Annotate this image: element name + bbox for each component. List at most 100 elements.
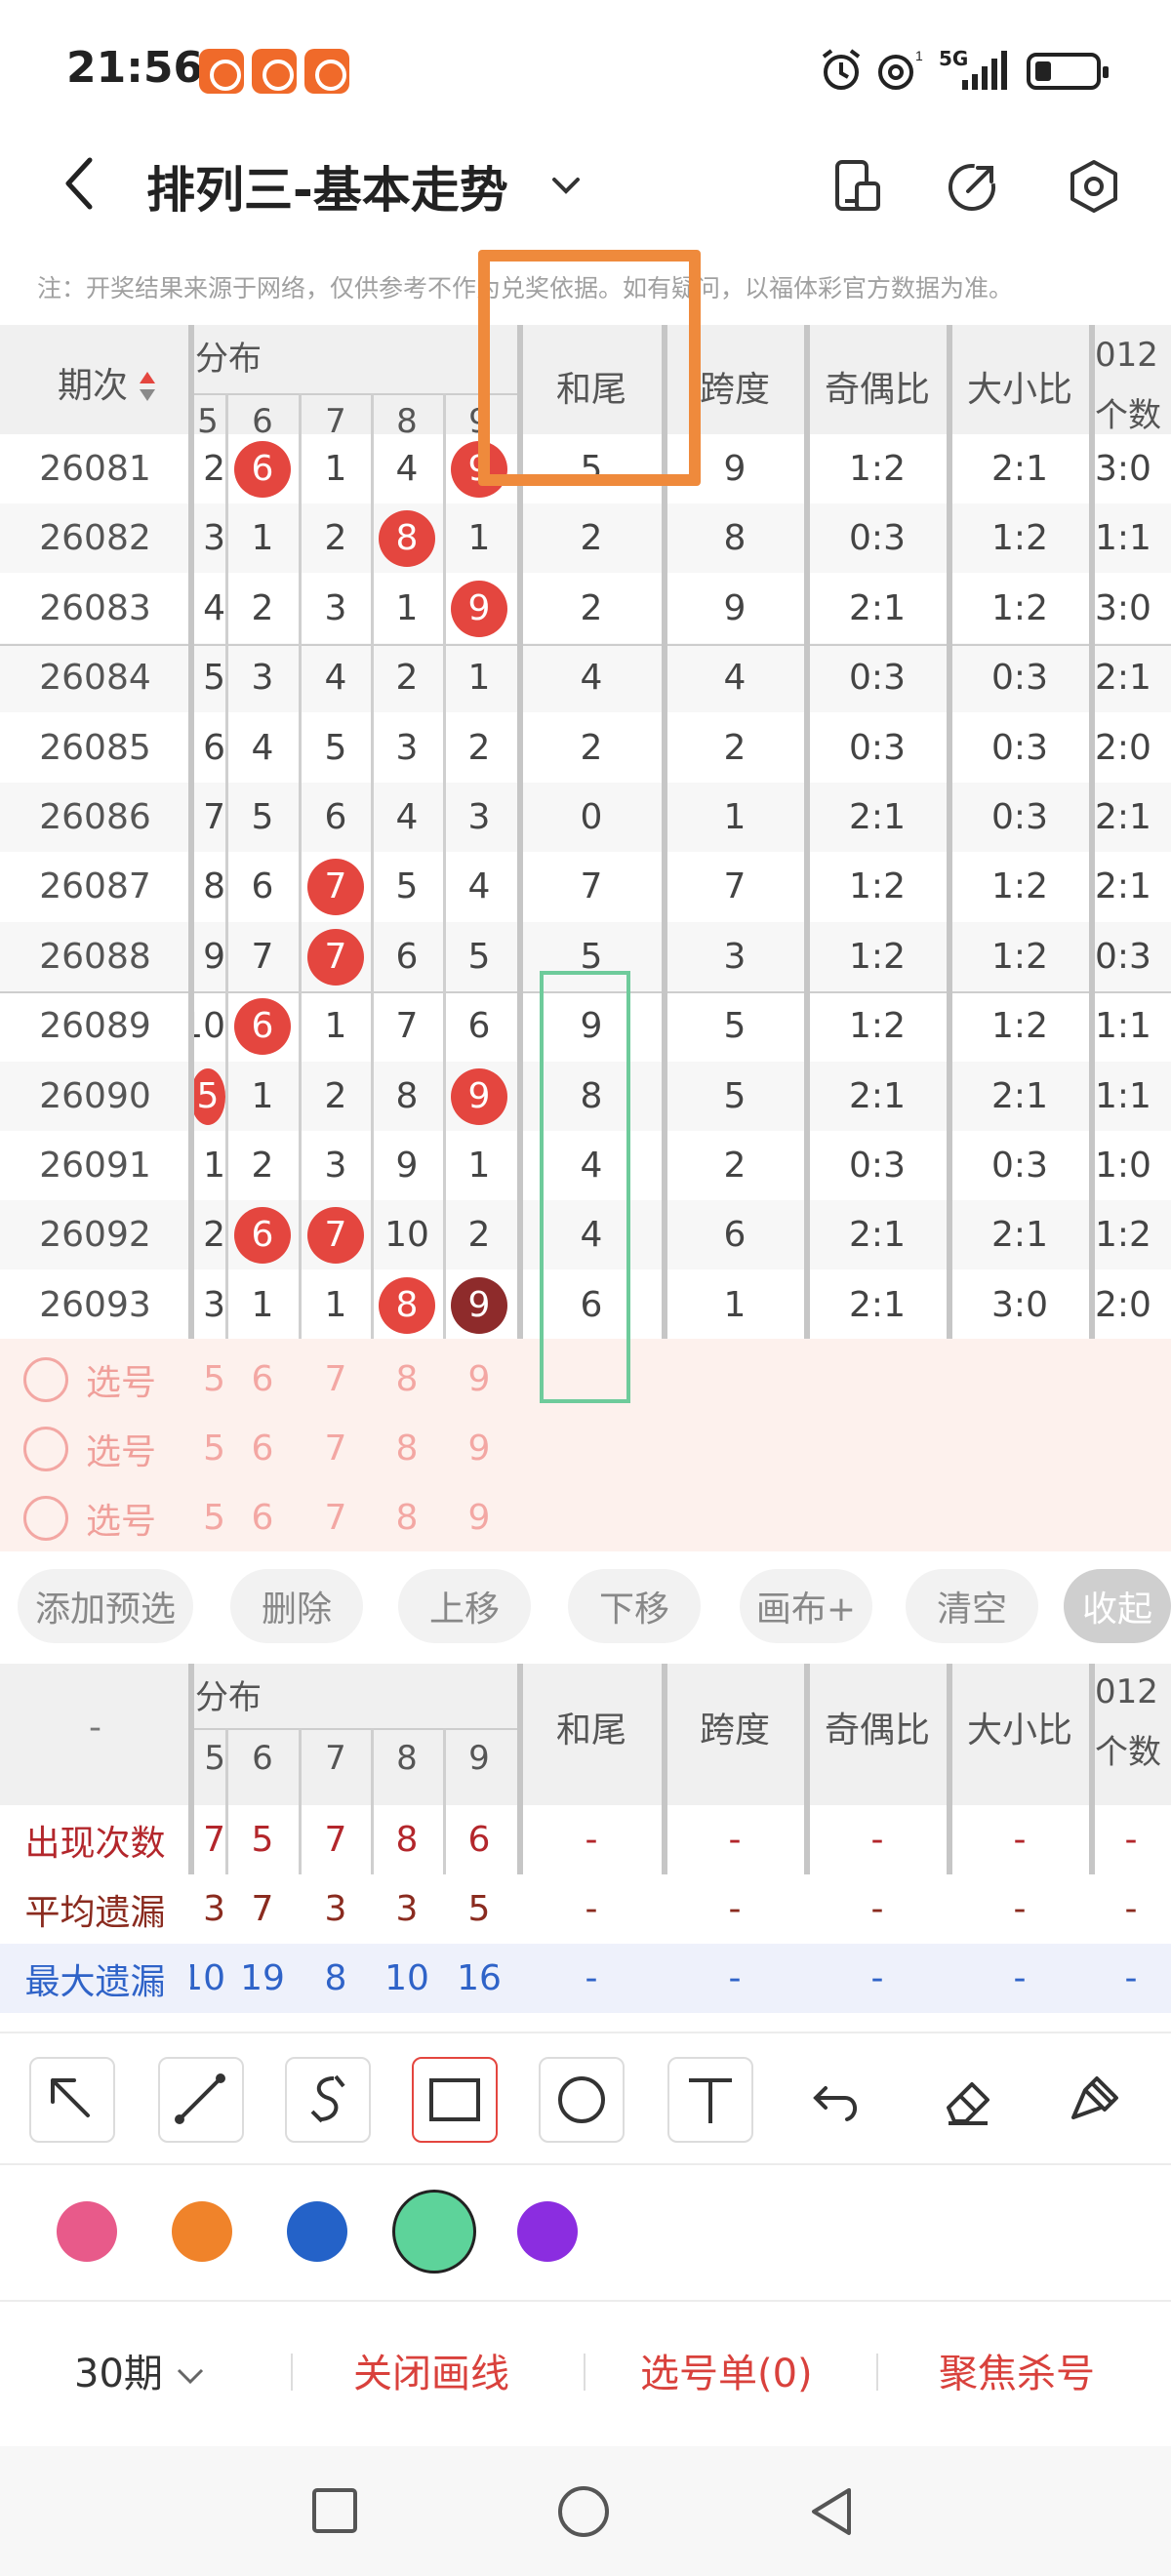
radio-circle-icon[interactable]	[23, 1426, 68, 1471]
recents-square-icon[interactable]	[310, 2486, 359, 2535]
period-select[interactable]: 30期	[74, 2342, 208, 2398]
pick-digit[interactable]: 5	[190, 1345, 225, 1414]
eraser-tool[interactable]	[925, 2057, 1011, 2143]
pick-digit[interactable]: 7	[301, 1345, 371, 1414]
move-up-button[interactable]: 上移	[398, 1569, 531, 1643]
digit-cell: 6	[372, 922, 442, 991]
back-triangle-icon[interactable]	[806, 2484, 855, 2539]
text-tool[interactable]	[667, 2057, 753, 2143]
pick-digit[interactable]: 5	[190, 1414, 225, 1483]
curve-tool[interactable]	[285, 2057, 371, 2143]
share-icon[interactable]	[943, 156, 1003, 217]
stats-value: 19	[240, 1958, 285, 1998]
line-tool[interactable]	[158, 2057, 244, 2143]
digit-value: 6	[467, 1006, 491, 1046]
battery-icon	[1027, 53, 1109, 90]
stats-dash: -	[949, 2013, 1091, 2032]
blue-swatch[interactable]	[287, 2201, 347, 2262]
green-swatch[interactable]	[392, 2190, 476, 2274]
brush-tool[interactable]	[1052, 2057, 1138, 2143]
brush-icon	[1071, 2076, 1118, 2119]
stats-dash: -	[870, 1820, 884, 1860]
pick-digit[interactable]: 8	[372, 1345, 442, 1414]
purple-swatch[interactable]	[517, 2201, 578, 2262]
pick-digit[interactable]: 9	[444, 1483, 514, 1552]
stats-rows-viewport: 出现次数 7 5 7 8 6- - - - - 平均遗漏 3 7 3 3 5- - - - - 最大遗漏 10 19 8 10 1…	[0, 1805, 1171, 2032]
pick-digit[interactable]: 8	[372, 1483, 442, 1552]
pick-digit[interactable]: 7	[301, 1414, 371, 1483]
delete-button[interactable]: 删除	[230, 1569, 363, 1643]
home-circle-icon[interactable]	[556, 2484, 611, 2539]
pick-digit[interactable]: 8	[372, 1414, 442, 1483]
pick-digit[interactable]: 5	[190, 1483, 225, 1552]
drawn-highlight-box[interactable]	[540, 971, 630, 1403]
table-row[interactable]: 26085 6 4 5 3 2 2 2 0:3 0:3 2:0	[0, 713, 1171, 783]
table-row[interactable]: 26083 4 2 3 1 9 2 9 2:1 1:2 3:0	[0, 574, 1171, 643]
arrow-tool[interactable]	[29, 2057, 115, 2143]
digit-cell: 1	[444, 503, 514, 573]
pick-digit[interactable]: 9	[444, 1414, 514, 1483]
back-arrow-icon[interactable]	[51, 148, 109, 219]
span-cell: 8	[723, 518, 747, 558]
big-small-header: 大小比	[966, 1711, 1072, 1751]
pick-digit[interactable]: 6	[227, 1345, 298, 1414]
phone-switch-icon[interactable]	[828, 156, 888, 217]
focus-kill-button[interactable]: 聚焦杀号	[939, 2342, 1095, 2398]
pick-row-selector[interactable]: 选号	[23, 1414, 156, 1483]
pick-row-selector[interactable]: 选号	[23, 1345, 156, 1414]
canvas-plus-button[interactable]: 画布+	[740, 1569, 872, 1643]
collapse-button[interactable]: 收起	[1064, 1569, 1171, 1643]
stats-value: 8	[324, 1958, 347, 1998]
divider	[584, 2354, 586, 2391]
rectangle-tool[interactable]	[412, 2057, 498, 2143]
move-down-button[interactable]: 下移	[568, 1569, 701, 1643]
stats-dash: -	[519, 2013, 664, 2032]
period-cell: 26083	[39, 588, 151, 628]
span-header: 跨度	[699, 1711, 770, 1751]
big-small-cell: 2:1	[991, 449, 1048, 489]
rectangle-icon	[429, 2078, 480, 2121]
undo-tool[interactable]	[796, 2057, 882, 2143]
digit-cell: 6	[301, 783, 371, 852]
odd-even-cell: 2:1	[849, 588, 906, 628]
chevron-down-icon[interactable]	[546, 166, 586, 205]
close-drawing-button[interactable]: 关闭画线	[353, 2342, 509, 2398]
span-cell: 2	[723, 1146, 747, 1186]
stats-value: 6	[467, 1820, 491, 1860]
digit-cell: 1	[372, 574, 442, 643]
odd-even-cell: 0:3	[849, 518, 906, 558]
table-row[interactable]: 26084 5 3 4 2 1 4 4 0:3 0:3 2:1	[0, 643, 1171, 712]
radio-circle-icon[interactable]	[23, 1356, 68, 1402]
table-row[interactable]: 26086 7 5 6 4 3 0 1 2:1 0:3 2:1	[0, 783, 1171, 852]
digit-value: 3	[324, 1146, 347, 1186]
pick-digit[interactable]: 6	[227, 1483, 298, 1552]
pick-digit[interactable]: 7	[301, 1483, 371, 1552]
digit-value: 2	[203, 449, 225, 489]
stats-value: 5	[251, 1820, 274, 1860]
page-title[interactable]: 排列三-基本走势	[146, 151, 508, 221]
span-cell: 3	[723, 937, 747, 977]
circle-tool[interactable]	[539, 2057, 625, 2143]
pick-list-button[interactable]: 选号单(0)	[640, 2342, 813, 2398]
table-row[interactable]: 26082 3 1 2 8 1 2 8 0:3 1:2 1:1	[0, 503, 1171, 573]
settings-hexagon-icon[interactable]	[1064, 156, 1124, 217]
radio-circle-icon[interactable]	[23, 1495, 68, 1541]
digit-value: 6	[203, 728, 225, 768]
clear-button[interactable]: 清空	[906, 1569, 1038, 1643]
sort-icon[interactable]	[137, 367, 158, 406]
pick-digit[interactable]: 6	[227, 1414, 298, 1483]
digit-value: 5	[395, 866, 419, 906]
digit-value: 2	[324, 518, 347, 558]
orange-swatch[interactable]	[172, 2201, 232, 2262]
pink-swatch[interactable]	[57, 2201, 117, 2262]
drawn-rectangle-annotation[interactable]	[478, 250, 701, 486]
pick-row-selector[interactable]: 选号	[23, 1483, 156, 1552]
digit-cell: 3	[190, 1270, 225, 1340]
pick-digit[interactable]: 9	[444, 1345, 514, 1414]
drawn-number-ball: 9	[451, 580, 507, 637]
digit-value: 2	[467, 728, 491, 768]
table-row[interactable]: 26087 8 6 7 5 4 7 7 1:2 1:2 2:1	[0, 852, 1171, 921]
add-preselect-button[interactable]: 添加预选	[18, 1569, 193, 1643]
pick-label: 选号	[86, 1431, 157, 1472]
digit-cell: 7	[301, 1200, 371, 1269]
